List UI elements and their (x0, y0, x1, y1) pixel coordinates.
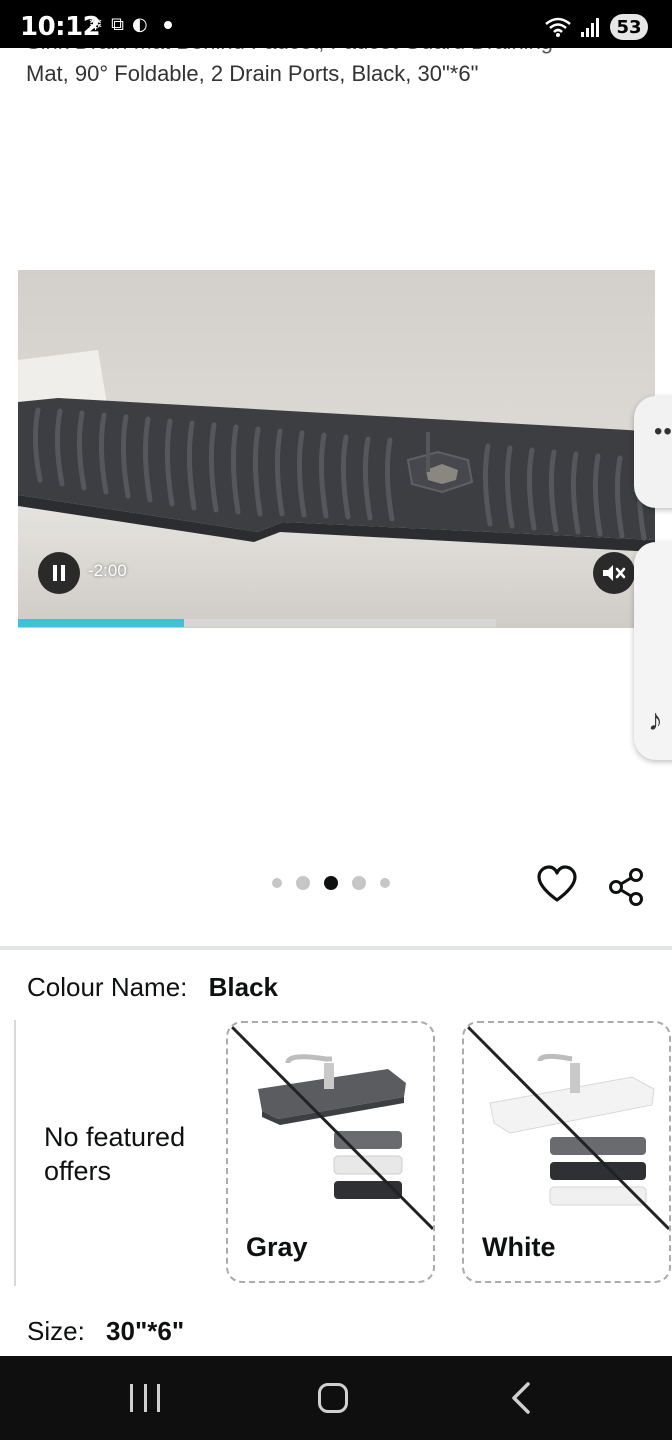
recents-icon[interactable] (130, 1384, 160, 1412)
carousel-dot[interactable] (272, 878, 282, 888)
wishlist-heart-icon[interactable] (536, 864, 578, 906)
floating-menu-bubble[interactable]: •• (634, 396, 672, 508)
status-icons-right: 53 (544, 14, 648, 40)
status-bar: 10:12 ❄ ⧉ ◐ 53 (0, 0, 672, 48)
colour-option-black[interactable]: No featured offers (14, 1020, 214, 1286)
video-progress-fill (18, 619, 184, 627)
colour-option-gray[interactable]: Gray (226, 1021, 435, 1283)
colour-label: Colour Name: (27, 972, 188, 1002)
size-label: Size: (27, 1316, 85, 1346)
unmute-button[interactable] (593, 552, 635, 594)
colour-option-gray-label: Gray (246, 1232, 308, 1262)
signal-icon (581, 18, 599, 37)
wifi-icon (545, 17, 571, 37)
system-nav-bar (0, 1356, 672, 1440)
home-icon[interactable] (318, 1383, 348, 1413)
colour-selected-value: Black (208, 972, 279, 1002)
carousel-dot-active[interactable] (324, 876, 338, 890)
more-dots-icon: •• (654, 418, 672, 445)
video-time-remaining: -2:00 (88, 561, 127, 580)
colour-option-white-label: White (482, 1232, 556, 1262)
video-progress-bar[interactable] (18, 619, 496, 627)
colour-name-row: Colour Name: Black (27, 972, 278, 1003)
no-featured-offers-text: No featured offers (44, 1122, 186, 1186)
section-divider (0, 946, 672, 950)
carousel-dot[interactable] (380, 878, 390, 888)
product-title-line2: Mat, 90° Foldable, 2 Drain Ports, Black,… (26, 61, 479, 86)
pause-icon (53, 565, 57, 581)
back-icon[interactable] (506, 1380, 538, 1416)
muted-speaker-icon (603, 565, 626, 581)
product-video[interactable]: -2:00 (18, 270, 655, 628)
share-icon[interactable] (606, 866, 648, 908)
size-row: Size: 30"*6" (27, 1316, 184, 1347)
colour-option-white[interactable]: White (462, 1021, 671, 1283)
screenshot-icon: ⧉ (111, 14, 124, 35)
carousel-dot[interactable] (296, 876, 310, 890)
carousel-dot[interactable] (352, 876, 366, 890)
battery-icon: 53 (610, 14, 648, 40)
link-icon: ◐ (131, 14, 148, 35)
pause-button[interactable] (38, 552, 80, 594)
floating-media-panel[interactable]: ♪ (634, 542, 672, 760)
carousel-indicator (272, 876, 390, 890)
status-icons-left: ❄ ⧉ ◐ (88, 14, 172, 35)
snowflake-icon: ❄ (88, 14, 104, 35)
size-selected-value: 30"*6" (106, 1316, 185, 1346)
music-note-icon: ♪ (648, 704, 663, 737)
dot-icon (163, 20, 172, 29)
